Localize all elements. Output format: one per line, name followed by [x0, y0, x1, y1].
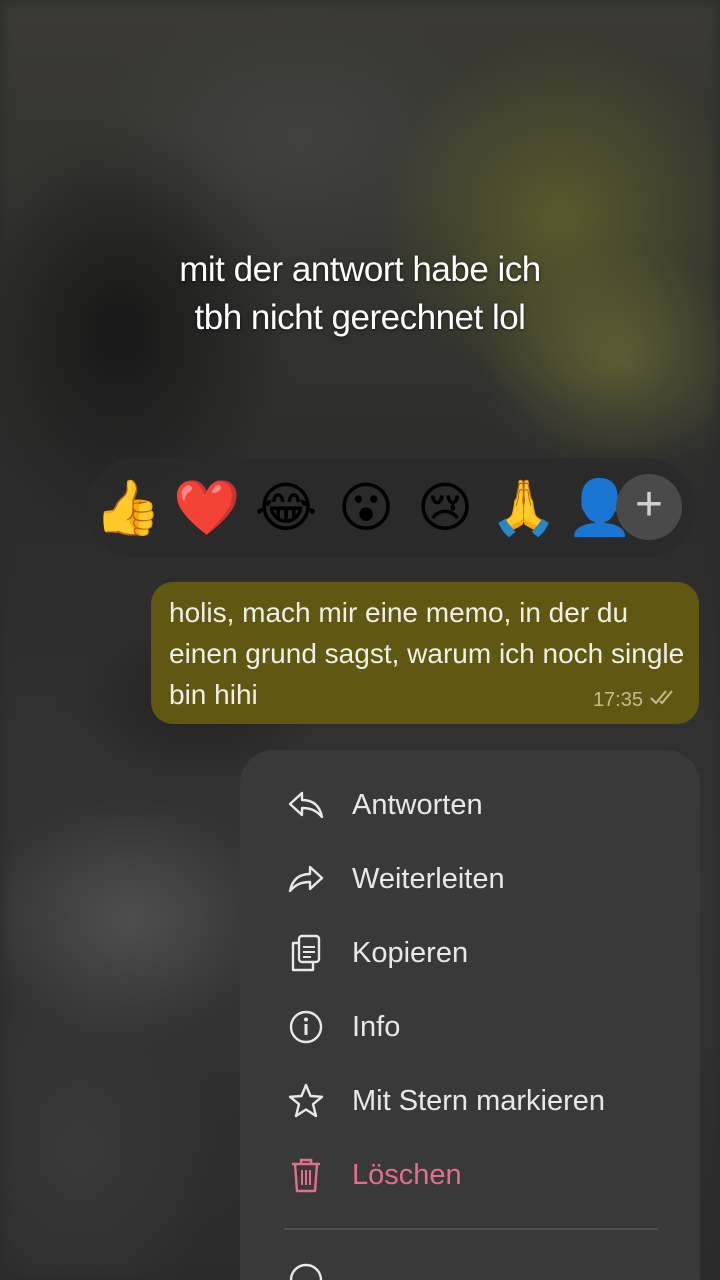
message-meta: 17:35 [593, 688, 679, 712]
menu-item-delete[interactable]: Löschen [280, 1145, 680, 1205]
video-caption: mit der antwort habe ich tbh nicht gerec… [0, 246, 720, 342]
reaction-surprised[interactable]: 😮 [332, 476, 400, 540]
menu-divider [284, 1228, 658, 1230]
caption-line-2: tbh nicht gerechnet lol [194, 298, 526, 337]
menu-item-label: Antworten [352, 788, 483, 821]
menu-item-forward[interactable]: Weiterleiten [280, 849, 680, 909]
trash-icon [280, 1149, 332, 1201]
reaction-bar: 👍 ❤️ 😂 😮 😢 🙏 👤 + [86, 458, 696, 558]
menu-item-info[interactable]: Info [280, 997, 680, 1057]
star-icon [280, 1075, 332, 1127]
menu-item-reply[interactable]: Antworten [280, 775, 680, 835]
menu-item-copy[interactable]: Kopieren [280, 923, 680, 983]
menu-item-more-partial[interactable] [280, 1250, 680, 1280]
more-icon [280, 1254, 332, 1280]
reaction-laughing[interactable]: 😂 [252, 476, 320, 540]
add-reaction-button[interactable]: + [616, 474, 682, 540]
menu-item-label: Mit Stern markieren [352, 1084, 606, 1117]
menu-item-label: Löschen [352, 1158, 462, 1191]
reaction-crying[interactable]: 😢 [411, 476, 479, 540]
message-bubble[interactable]: holis, mach mir eine memo, in der du ein… [151, 582, 699, 724]
menu-item-label: Weiterleiten [352, 862, 505, 895]
menu-item-star[interactable]: Mit Stern markieren [280, 1071, 680, 1131]
copy-icon [280, 927, 332, 979]
reaction-heart[interactable]: ❤️ [173, 476, 241, 540]
double-check-icon [649, 688, 679, 712]
reaction-pray[interactable]: 🙏 [490, 476, 558, 540]
message-context-menu: Antworten Weiterleiten Kopieren Info Mit… [240, 750, 700, 1280]
menu-item-label: Kopieren [352, 936, 469, 969]
caption-line-1: mit der antwort habe ich [179, 250, 541, 289]
message-time: 17:35 [592, 688, 643, 711]
reaction-thumbs-up[interactable]: 👍 [94, 476, 162, 540]
plus-icon: + [634, 478, 664, 531]
menu-item-label: Info [352, 1010, 401, 1043]
forward-icon [280, 853, 332, 905]
info-icon [280, 1001, 332, 1053]
reply-icon [280, 779, 332, 831]
